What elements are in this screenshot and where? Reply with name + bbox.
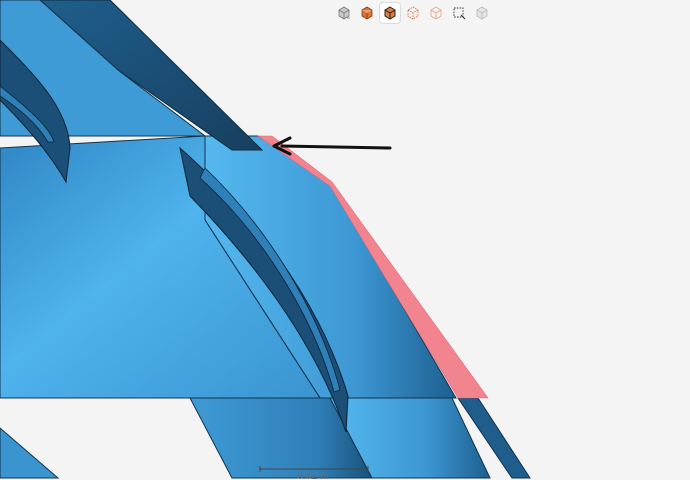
shaded-edges-mode-button[interactable] — [380, 3, 400, 23]
shaded-cube-icon — [361, 6, 373, 20]
view-toolbar — [334, 2, 492, 24]
wireframe-mode-button[interactable] — [403, 3, 423, 23]
view-cube-button[interactable] — [334, 3, 354, 23]
shaded-edges-cube-icon — [384, 6, 396, 20]
transparency-button[interactable] — [472, 3, 492, 23]
scale-bar-label: 0.02 m — [297, 472, 329, 480]
3d-viewport[interactable]: 0.02 m — [0, 0, 690, 480]
box-select-button[interactable] — [449, 3, 469, 23]
box-select-icon — [453, 7, 466, 20]
view-cube-icon — [338, 6, 350, 20]
annotation-arrow-shaft — [280, 144, 392, 150]
model-scene[interactable] — [0, 0, 690, 480]
wireframe-cube-icon — [407, 6, 419, 20]
lower-left-corner — [0, 427, 60, 479]
shaded-mode-button[interactable] — [357, 3, 377, 23]
transparent-cube-icon — [476, 6, 488, 20]
hidden-lines-cube-icon — [430, 6, 442, 20]
hidden-lines-mode-button[interactable] — [426, 3, 446, 23]
